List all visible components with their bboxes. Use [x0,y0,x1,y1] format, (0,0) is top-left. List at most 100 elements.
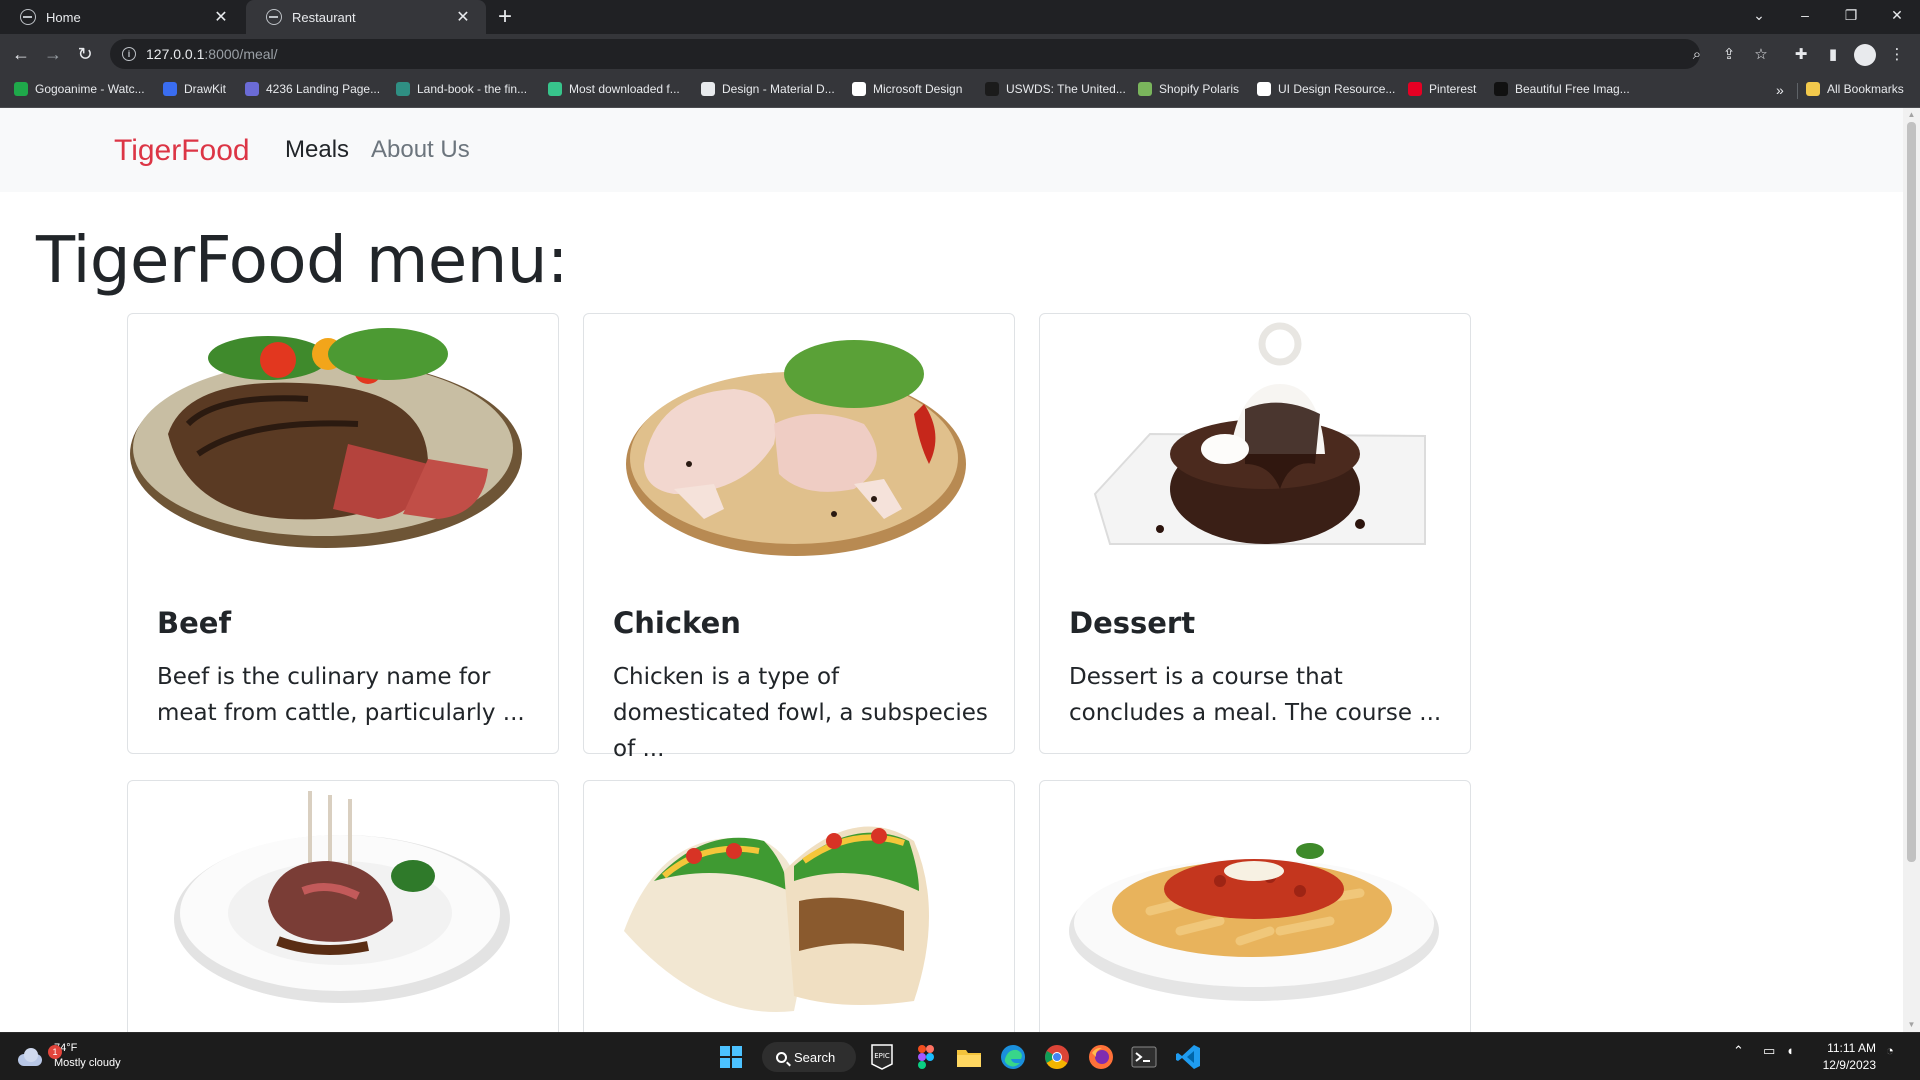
raw-chicken-image [584,314,1014,582]
bookmark-favicon-icon [163,82,177,96]
meal-card-dessert[interactable]: Dessert Dessert is a course that conclud… [1039,313,1471,754]
volume-icon[interactable]: ◖ [1786,1043,1794,1058]
weather-temperature: 74°F [54,1042,78,1054]
share-icon[interactable]: ⇪ [1718,43,1740,65]
system-clock[interactable]: 11:11 AM 12/9/2023 [1810,1040,1876,1074]
terminal-icon[interactable] [1130,1043,1158,1071]
bookmark-item[interactable]: Microsoft Design [852,82,962,96]
brand-logo-link[interactable]: TigerFood [114,134,250,168]
bookmark-label: Gogoanime - Watc... [35,82,145,96]
bookmarks-divider [1797,83,1798,99]
zoom-icon[interactable]: ⌕ [1686,43,1708,65]
epic-games-icon[interactable]: EPIC [868,1043,896,1071]
windows-start-icon[interactable] [717,1043,745,1071]
meal-card-lamb[interactable] [127,780,559,1032]
meal-card-beef[interactable]: Beef Beef is the culinary name for meat … [127,313,559,754]
weather-condition: Mostly cloudy [54,1057,121,1069]
close-window-button[interactable]: ✕ [1874,0,1920,30]
tab-title: Restaurant [292,9,356,25]
close-tab-icon[interactable]: ✕ [212,7,230,27]
scrollbar-thumb[interactable] [1907,122,1916,862]
bookmark-favicon-icon [985,82,999,96]
bookmark-item[interactable]: Shopify Polaris [1138,82,1239,96]
bookmark-item[interactable]: Gogoanime - Watc... [14,82,145,96]
profile-avatar[interactable] [1854,44,1876,66]
file-explorer-icon[interactable] [955,1043,983,1071]
browser-toolbar: ← → ↻ i 127.0.0.1:8000/meal/ ⌕ ⇪ ☆ ✚ ▮ ⋮ [0,34,1920,74]
search-label: Search [794,1049,836,1065]
bookmark-star-icon[interactable]: ☆ [1750,43,1772,65]
minimize-button[interactable]: – [1782,0,1828,30]
menu-kebab-icon[interactable]: ⋮ [1886,43,1908,65]
more-bookmarks-icon[interactable]: » [1776,82,1784,98]
side-panel-icon[interactable]: ▮ [1822,43,1844,65]
bookmark-item[interactable]: Beautiful Free Imag... [1494,82,1630,96]
bookmark-item[interactable]: Land-book - the fin... [396,82,527,96]
search-icon [776,1051,787,1063]
bookmark-label: USWDS: The United... [1006,82,1126,96]
page-scrollbar[interactable]: ▲ ▼ [1903,108,1920,1032]
edge-browser-icon[interactable] [999,1043,1027,1071]
network-icon[interactable]: ▭ [1763,1043,1775,1059]
bookmark-item[interactable]: DrawKit [163,82,226,96]
tab-title: Home [46,9,81,25]
address-bar[interactable]: i 127.0.0.1:8000/meal/ [110,39,1700,69]
bookmark-item[interactable]: Design - Material D... [701,82,835,96]
weather-widget[interactable]: 1 74°F Mostly cloudy [16,1041,121,1071]
url-host: 127.0.0.1 [146,46,205,62]
all-bookmarks-folder[interactable]: All Bookmarks [1806,82,1904,96]
bookmark-label: Pinterest [1429,82,1477,96]
forward-icon[interactable]: → [40,41,66,67]
taskbar-search-button[interactable]: Search [762,1042,856,1072]
notifications-icon[interactable]: ◔ [1886,1043,1894,1058]
bookmark-label: Beautiful Free Imag... [1515,82,1630,96]
restore-button[interactable]: ❐ [1828,0,1874,30]
bookmark-label: DrawKit [184,82,227,96]
bookmark-item[interactable]: USWDS: The United... [985,82,1126,96]
tab-restaurant[interactable]: Restaurant ✕ [246,0,486,34]
firefox-browser-icon[interactable] [1087,1043,1115,1071]
new-tab-button[interactable]: + [498,4,512,30]
folder-icon [1806,82,1820,96]
bookmark-label: UI Design Resource... [1278,82,1396,96]
back-icon[interactable]: ← [8,41,34,67]
bookmark-favicon-icon [1494,82,1508,96]
figma-icon[interactable] [912,1043,940,1071]
tab-search-icon[interactable]: ⌄ [1736,0,1782,30]
meal-card-tacos[interactable] [583,780,1015,1032]
nav-link-meals[interactable]: Meals [285,136,349,164]
windows-taskbar: 1 74°F Mostly cloudy Search EPIC ⌃ ▭ ◖ 1… [0,1032,1920,1080]
bookmark-favicon-icon [396,82,410,96]
nav-link-about-us[interactable]: About Us [371,136,470,164]
tab-home[interactable]: Home ✕ [0,0,244,34]
tacos-image [584,781,1014,1032]
bookmark-label: Most downloaded f... [569,82,680,96]
bookmark-item[interactable]: Most downloaded f... [548,82,680,96]
scroll-up-icon[interactable]: ▲ [1907,110,1916,119]
show-hidden-icons-icon[interactable]: ⌃ [1733,1043,1744,1059]
bookmark-label: Microsoft Design [873,82,963,96]
clock-time: 11:11 AM [1827,1041,1876,1055]
meal-card-chicken[interactable]: Chicken Chicken is a type of domesticate… [583,313,1015,762]
chrome-browser-icon[interactable] [1043,1043,1071,1071]
meal-card-pasta[interactable] [1039,780,1471,1032]
page-viewport: TigerFood Meals About Us TigerFood menu:… [0,108,1903,1032]
globe-icon [20,9,36,25]
close-tab-icon[interactable]: ✕ [454,7,472,27]
bookmark-favicon-icon [14,82,28,96]
extensions-icon[interactable]: ✚ [1790,43,1812,65]
site-navbar: TigerFood Meals About Us [0,108,1903,192]
bookmark-item[interactable]: 4236 Landing Page... [245,82,380,96]
bookmark-label: 4236 Landing Page... [266,82,381,96]
bookmark-favicon-icon [1138,82,1152,96]
cloud-weather-icon [16,1046,44,1066]
bookmark-label: Land-book - the fin... [417,82,528,96]
browser-tab-strip: Home ✕ Restaurant ✕ + ⌄ – ❐ ✕ [0,0,1920,34]
scroll-down-icon[interactable]: ▼ [1907,1020,1916,1029]
clock-date: 12/9/2023 [1822,1058,1876,1072]
bookmark-item[interactable]: UI Design Resource... [1257,82,1395,96]
bookmark-item[interactable]: Pinterest [1408,82,1476,96]
vscode-icon[interactable] [1174,1043,1202,1071]
reload-icon[interactable]: ↻ [72,41,98,67]
site-info-icon[interactable]: i [122,47,136,61]
